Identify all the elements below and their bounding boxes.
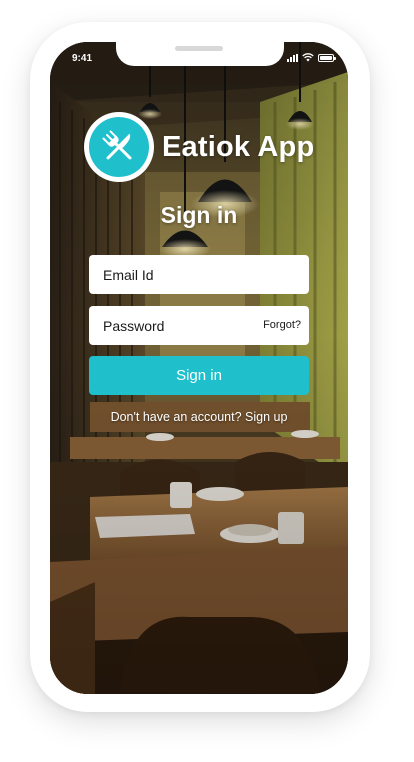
phone-notch	[116, 42, 284, 66]
signal-icon	[287, 53, 298, 62]
email-field[interactable]	[89, 255, 309, 294]
battery-icon	[318, 53, 336, 62]
signup-prompt-text: Don't have an account?	[110, 410, 242, 424]
speaker-grille	[175, 46, 223, 51]
signup-prompt: Don't have an account? Sign up	[50, 410, 348, 424]
wifi-icon	[302, 53, 314, 62]
status-icons	[287, 53, 336, 62]
status-time: 9:41	[72, 53, 93, 64]
password-field-container: Forgot?	[89, 306, 309, 345]
app-logo	[84, 112, 154, 182]
app-name: Eatiok App	[162, 130, 315, 163]
app-brand: Eatiok App	[84, 112, 314, 182]
sign-in-button[interactable]: Sign in	[89, 356, 309, 395]
forgot-password-link[interactable]: Forgot?	[263, 319, 301, 331]
app-screen: 9:41 Eatiok App Sign in Email Id Forgot?…	[50, 42, 348, 694]
email-field-container	[89, 255, 309, 294]
sign-up-link[interactable]: Sign up	[245, 410, 287, 424]
page-title: Sign in	[160, 202, 238, 228]
fork-knife-icon	[102, 130, 132, 160]
